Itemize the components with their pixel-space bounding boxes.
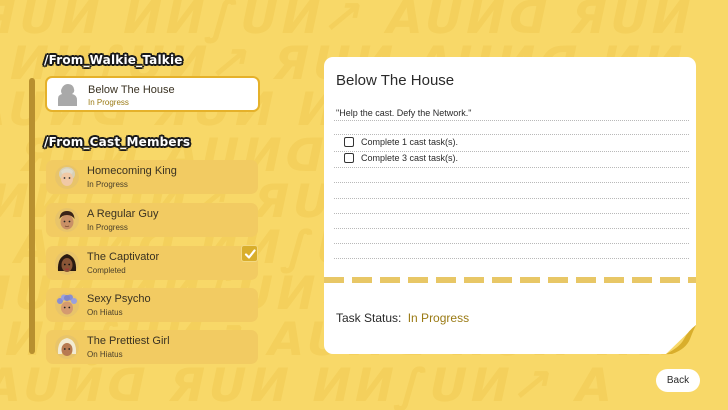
quest-item-sexy-psycho[interactable]: Sexy Psycho On Hiatus	[46, 288, 258, 322]
section-heading-walkie-talkie: /From_Walkie_Talkie	[44, 53, 183, 67]
section-heading-cast-members: /From_Cast_Members	[44, 135, 191, 149]
page-curl-icon	[666, 325, 696, 354]
quest-title: The Prettiest Girl	[87, 335, 170, 347]
ruled-line	[334, 167, 689, 168]
quest-item-homecoming-king[interactable]: Homecoming King In Progress	[46, 160, 258, 194]
ruled-line	[334, 213, 689, 214]
list-scrollbar-thumb[interactable]	[29, 78, 35, 354]
quest-detail-panel: Below The House "Help the cast. Defy the…	[324, 57, 696, 354]
quest-detail-title: Below The House	[336, 72, 455, 89]
task-label: Complete 3 cast task(s).	[361, 153, 459, 163]
ruled-line	[334, 228, 689, 229]
ruled-line	[334, 151, 689, 152]
quest-item-the-prettiest-girl[interactable]: The Prettiest Girl On Hiatus	[46, 330, 258, 364]
task-status-label: Task Status:	[336, 311, 402, 325]
task-checkbox[interactable]	[344, 153, 354, 163]
quest-detail-quote: "Help the cast. Defy the Network."	[336, 108, 472, 118]
quest-item-a-regular-guy[interactable]: A Regular Guy In Progress	[46, 203, 258, 237]
ruled-line	[334, 134, 689, 135]
quest-title: Below The House	[88, 84, 175, 96]
task-status: Task Status: In Progress	[336, 311, 469, 325]
task-row[interactable]: Complete 3 cast task(s).	[344, 153, 458, 163]
quest-title: Sexy Psycho	[87, 293, 151, 305]
back-button[interactable]: Back	[656, 369, 700, 392]
task-checkbox[interactable]	[344, 137, 354, 147]
quest-status: On Hiatus	[87, 308, 123, 317]
quest-title: Homecoming King	[87, 165, 177, 177]
quest-status: In Progress	[87, 223, 128, 232]
quest-item-the-captivator[interactable]: The Captivator Completed	[46, 246, 258, 280]
prettiest-girl-avatar-icon	[55, 335, 79, 359]
ruled-line	[334, 198, 689, 199]
task-label: Complete 1 cast task(s).	[361, 137, 459, 147]
quest-status: In Progress	[88, 98, 129, 107]
ruled-line	[334, 182, 689, 183]
quest-status: Completed	[87, 266, 126, 275]
captivator-avatar-icon	[55, 251, 79, 275]
completed-check-icon	[241, 245, 258, 262]
task-status-value: In Progress	[407, 311, 470, 325]
homecoming-king-avatar-icon	[55, 165, 79, 189]
task-row[interactable]: Complete 1 cast task(s).	[344, 137, 458, 147]
quest-item-below-the-house[interactable]: Below The House In Progress	[45, 76, 260, 112]
regular-guy-avatar-icon	[55, 208, 79, 232]
quest-status: On Hiatus	[87, 350, 123, 359]
perforation-divider	[324, 277, 696, 283]
sexy-psycho-avatar-icon	[55, 293, 79, 317]
ruled-line	[334, 120, 689, 121]
ruled-line	[334, 258, 689, 259]
quest-title: The Captivator	[87, 251, 160, 263]
quest-title: A Regular Guy	[87, 208, 159, 220]
quest-status: In Progress	[87, 180, 128, 189]
ruled-line	[334, 243, 689, 244]
silhouette-avatar-icon	[54, 82, 80, 108]
